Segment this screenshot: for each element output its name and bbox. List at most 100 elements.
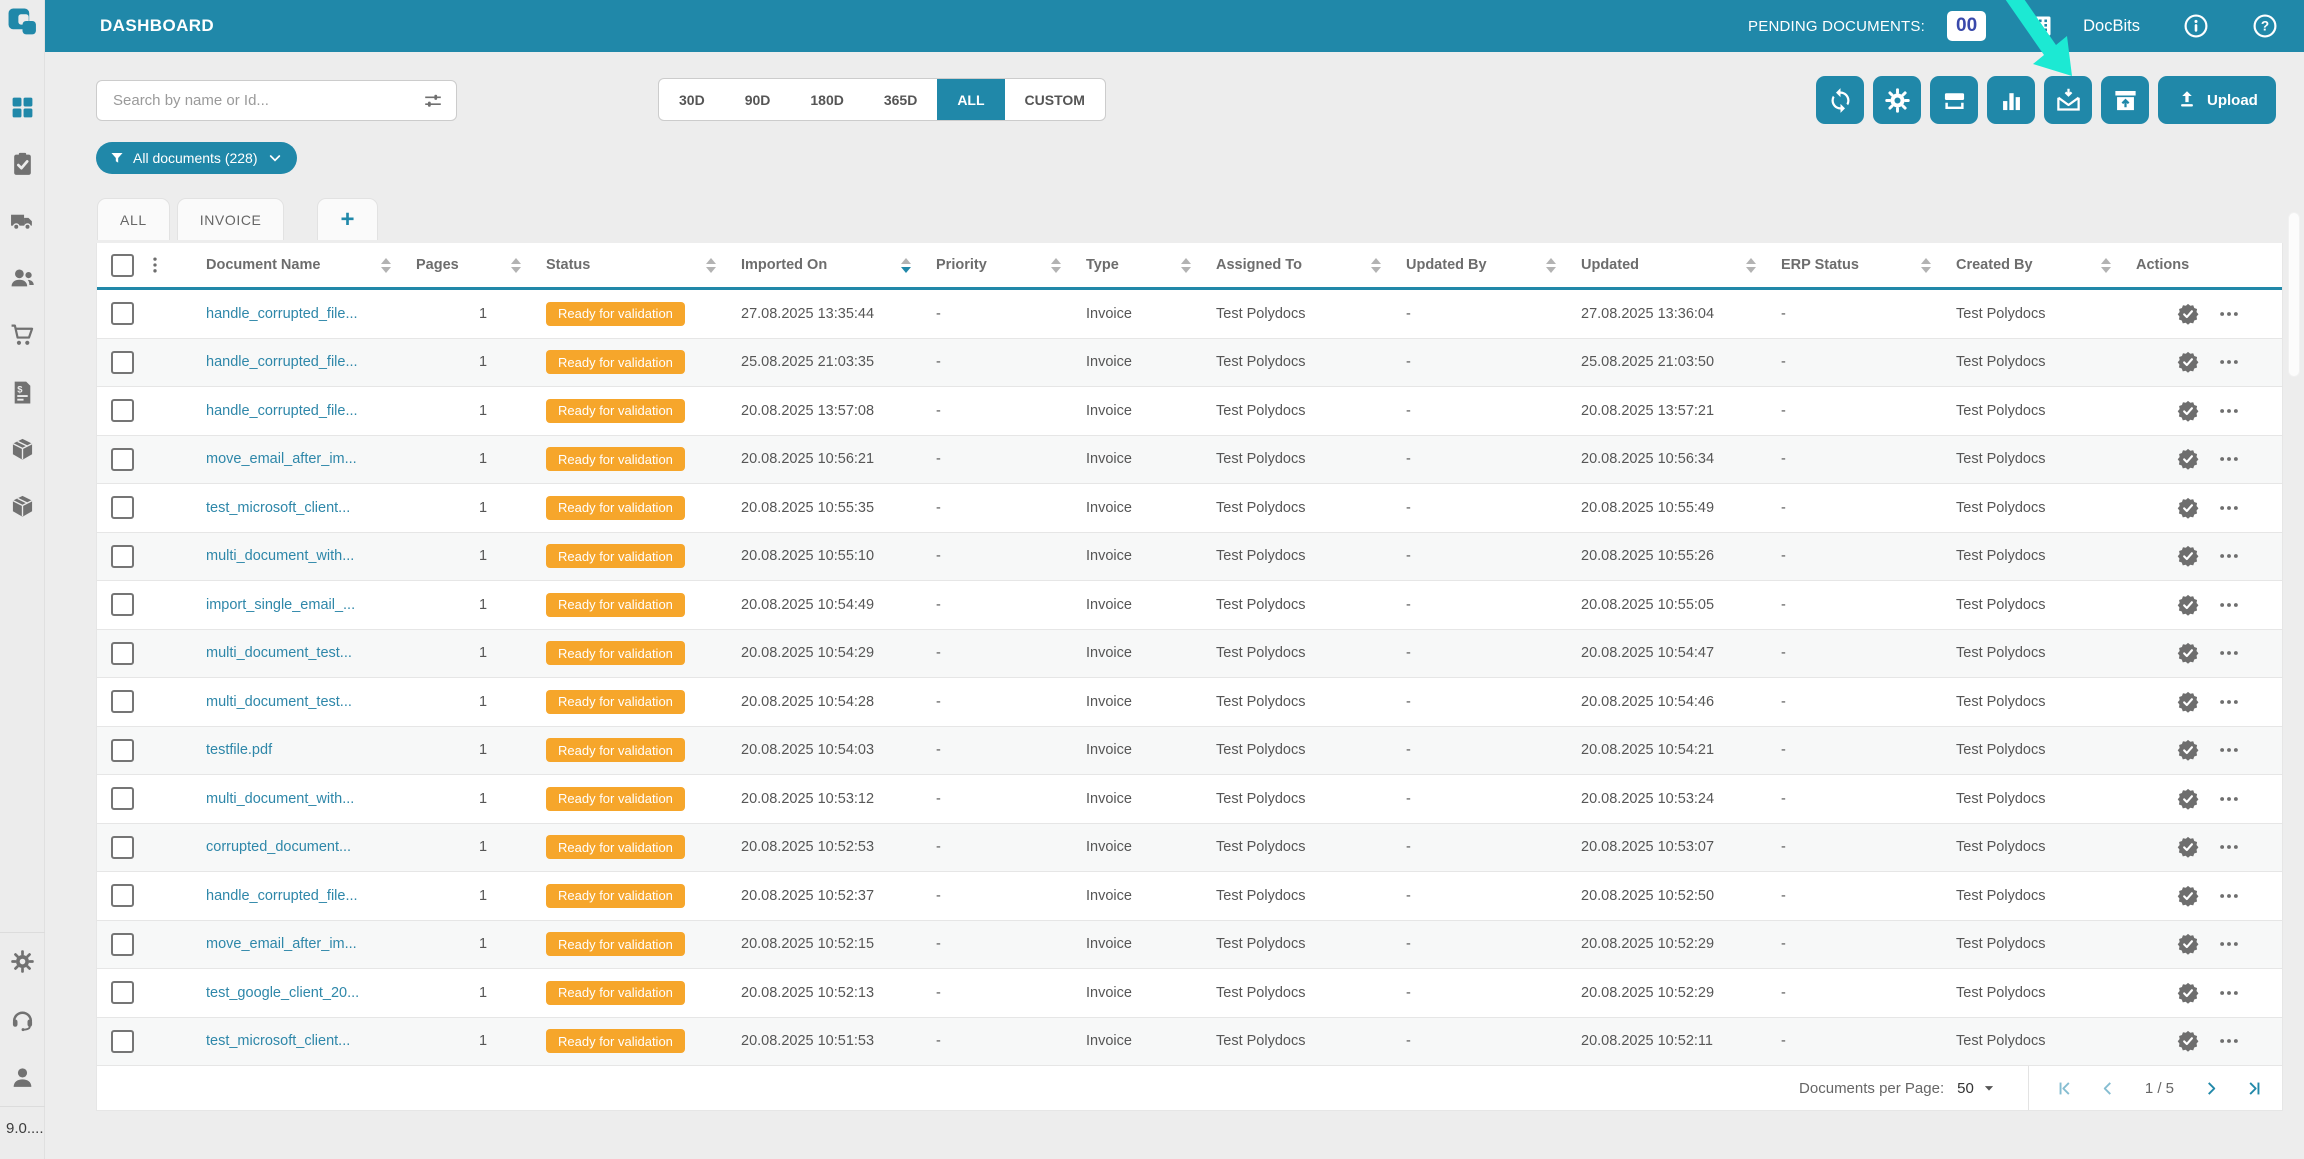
validated-badge-icon[interactable]	[2177, 497, 2199, 519]
document-link[interactable]: move_email_after_im...	[206, 936, 357, 952]
help-icon[interactable]: ?	[2252, 13, 2278, 39]
row-menu-icon[interactable]	[2218, 400, 2240, 422]
row-checkbox[interactable]	[111, 496, 134, 520]
range-custom-button[interactable]: CUSTOM	[1005, 79, 1105, 120]
document-link[interactable]: multi_document_with...	[206, 791, 354, 807]
sort-arrows[interactable]	[503, 257, 521, 273]
row-checkbox[interactable]	[111, 690, 134, 714]
sidebar-item-invoices[interactable]: $	[10, 380, 35, 405]
column-header-updated[interactable]: Updated	[1566, 243, 1766, 287]
row-menu-icon[interactable]	[2218, 594, 2240, 616]
document-link[interactable]: test_microsoft_client...	[206, 1033, 350, 1049]
validated-badge-icon[interactable]	[2177, 351, 2199, 373]
row-checkbox[interactable]	[111, 738, 134, 762]
document-link[interactable]: corrupted_document...	[206, 839, 351, 855]
document-link[interactable]: handle_corrupted_file...	[206, 354, 358, 370]
range-30d-button[interactable]: 30D	[659, 79, 725, 120]
row-checkbox[interactable]	[111, 835, 134, 859]
validated-badge-icon[interactable]	[2177, 885, 2199, 907]
row-checkbox[interactable]	[111, 544, 134, 568]
validated-badge-icon[interactable]	[2177, 691, 2199, 713]
document-link[interactable]: import_single_email_...	[206, 597, 355, 613]
validated-badge-icon[interactable]	[2177, 303, 2199, 325]
row-menu-icon[interactable]	[2218, 691, 2240, 713]
sidebar-item-approvals[interactable]	[10, 152, 35, 177]
document-link[interactable]: move_email_after_im...	[206, 451, 357, 467]
row-checkbox[interactable]	[111, 302, 134, 326]
sort-arrows[interactable]	[1538, 257, 1556, 273]
validated-badge-icon[interactable]	[2177, 642, 2199, 664]
sidebar-item-packages[interactable]	[10, 437, 35, 462]
validated-badge-icon[interactable]	[2177, 594, 2199, 616]
search-filter-tune-icon[interactable]	[422, 90, 444, 112]
sort-arrows[interactable]	[1363, 257, 1381, 273]
validated-badge-icon[interactable]	[2177, 836, 2199, 858]
row-menu-icon[interactable]	[2218, 303, 2240, 325]
document-link[interactable]: multi_document_with...	[206, 548, 354, 564]
mail-import-button[interactable]	[2044, 76, 2092, 124]
scan-button[interactable]	[1930, 76, 1978, 124]
row-checkbox[interactable]	[111, 884, 134, 908]
sort-arrows[interactable]	[373, 257, 391, 273]
sidebar-item-purchase-orders[interactable]	[10, 323, 35, 348]
previous-page-icon[interactable]	[2098, 1079, 2117, 1098]
document-link[interactable]: handle_corrupted_file...	[206, 888, 358, 904]
row-menu-icon[interactable]	[2218, 497, 2240, 519]
tab-all[interactable]: ALL	[97, 198, 170, 240]
scrollbar-thumb[interactable]	[2288, 212, 2300, 377]
row-menu-icon[interactable]	[2218, 982, 2240, 1004]
validated-badge-icon[interactable]	[2177, 933, 2199, 955]
document-link[interactable]: test_microsoft_client...	[206, 500, 350, 516]
tab-invoice[interactable]: INVOICE	[176, 198, 285, 240]
validated-badge-icon[interactable]	[2177, 545, 2199, 567]
row-checkbox[interactable]	[111, 932, 134, 956]
sidebar-item-settings[interactable]	[10, 949, 35, 974]
kebab-menu-icon[interactable]	[145, 254, 165, 276]
document-link[interactable]: handle_corrupted_file...	[206, 403, 358, 419]
sidebar-item-inventory[interactable]	[10, 494, 35, 519]
export-button[interactable]	[2101, 76, 2149, 124]
upload-button[interactable]: Upload	[2158, 76, 2276, 124]
row-menu-icon[interactable]	[2218, 836, 2240, 858]
row-menu-icon[interactable]	[2218, 739, 2240, 761]
row-checkbox[interactable]	[111, 981, 134, 1005]
sidebar-item-profile[interactable]	[10, 1065, 35, 1090]
last-page-icon[interactable]	[2245, 1079, 2264, 1098]
document-link[interactable]: multi_document_test...	[206, 645, 352, 661]
validated-badge-icon[interactable]	[2177, 400, 2199, 422]
sidebar-item-users[interactable]	[10, 266, 35, 291]
document-link[interactable]: testfile.pdf	[206, 742, 272, 758]
analytics-button[interactable]	[1987, 76, 2035, 124]
range-all-button[interactable]: ALL	[937, 79, 1005, 120]
add-tab[interactable]: +	[317, 198, 378, 240]
column-header-updated-by[interactable]: Updated By	[1391, 243, 1566, 287]
per-page-caret-icon[interactable]	[1980, 1079, 1998, 1097]
row-menu-icon[interactable]	[2218, 642, 2240, 664]
sidebar-item-shipments[interactable]	[10, 209, 35, 234]
row-checkbox[interactable]	[111, 1029, 134, 1053]
organization-icon[interactable]	[2031, 13, 2055, 39]
select-all-checkbox[interactable]	[111, 253, 134, 277]
column-header-type[interactable]: Type	[1071, 243, 1201, 287]
search-input[interactable]	[97, 92, 422, 109]
validated-badge-icon[interactable]	[2177, 1030, 2199, 1052]
validated-badge-icon[interactable]	[2177, 448, 2199, 470]
docbits-logo-icon[interactable]	[7, 7, 38, 38]
first-page-icon[interactable]	[2055, 1079, 2074, 1098]
row-menu-icon[interactable]	[2218, 1030, 2240, 1052]
column-header-document-name[interactable]: Document Name	[191, 243, 401, 287]
settings-button[interactable]	[1873, 76, 1921, 124]
row-checkbox[interactable]	[111, 350, 134, 374]
sort-arrows[interactable]	[1738, 257, 1756, 273]
per-page-value[interactable]: 50	[1957, 1080, 1974, 1097]
row-menu-icon[interactable]	[2218, 545, 2240, 567]
document-link[interactable]: multi_document_test...	[206, 694, 352, 710]
next-page-icon[interactable]	[2202, 1079, 2221, 1098]
row-checkbox[interactable]	[111, 641, 134, 665]
refresh-button[interactable]	[1816, 76, 1864, 124]
row-menu-icon[interactable]	[2218, 885, 2240, 907]
row-checkbox[interactable]	[111, 399, 134, 423]
column-header-actions[interactable]: Actions	[2121, 243, 2282, 287]
sort-arrows[interactable]	[1173, 257, 1191, 273]
document-link[interactable]: test_google_client_20...	[206, 985, 359, 1001]
